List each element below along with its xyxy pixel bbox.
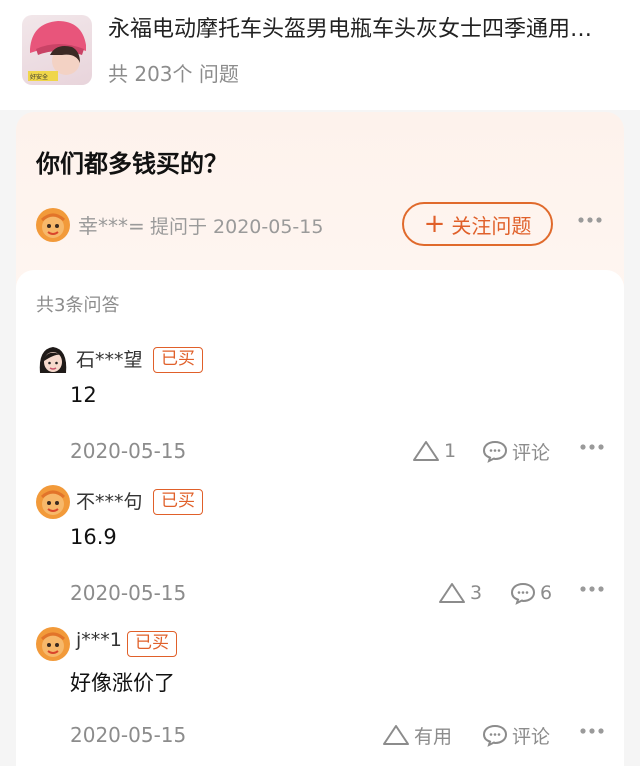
product-header[interactable]: 好安全 永福电动摩托车头盔男电瓶车头灰女士四季通用… 共 203个 问题 <box>0 0 640 110</box>
svg-text:好安全: 好安全 <box>30 73 48 81</box>
asker-avatar <box>36 208 70 246</box>
more-dots-icon <box>580 586 604 592</box>
answer-avatar <box>36 485 70 523</box>
answer-date: 2020-05-15 <box>70 581 187 605</box>
answer-username: j***1 <box>76 629 122 651</box>
orange-doll-avatar-icon <box>36 485 70 519</box>
question-count: 共 203个 问题 <box>108 62 239 86</box>
more-dots-icon <box>578 217 602 223</box>
more-dots-icon <box>580 728 604 734</box>
triangle-like-icon <box>439 583 465 603</box>
comment-label: 评论 <box>512 441 551 464</box>
answer-username: 石***望 <box>76 349 143 371</box>
answer-more-button[interactable] <box>578 727 606 755</box>
bought-badge: 已买 <box>153 489 203 515</box>
answer-item: j***1 已买 好像涨价了 2020-05-15 有用 评论 <box>16 627 624 766</box>
triangle-like-icon <box>413 441 439 461</box>
answer-content: 16.9 <box>70 525 117 549</box>
answer-date: 2020-05-15 <box>70 439 187 463</box>
follow-question-button[interactable]: + 关注问题 <box>402 202 553 246</box>
product-thumbnail[interactable]: 好安全 <box>22 15 92 85</box>
answer-username: 不***句 <box>76 491 143 513</box>
more-dots-icon <box>580 444 604 450</box>
useful-button[interactable]: 1 <box>412 436 456 466</box>
asker-name: 幸***= <box>78 214 145 238</box>
girl-avatar-icon <box>36 343 70 377</box>
bought-badge: 已买 <box>153 347 203 373</box>
answer-item: 石***望 已买 12 2020-05-15 1 评论 <box>16 343 624 483</box>
product-title[interactable]: 永福电动摩托车头盔男电瓶车头灰女士四季通用… <box>108 14 608 46</box>
comment-label: 评论 <box>512 725 551 748</box>
comment-count: 6 <box>540 582 553 604</box>
answer-more-button[interactable] <box>578 585 606 613</box>
plus-icon: + <box>423 209 446 239</box>
comment-button[interactable]: 6 <box>510 578 552 608</box>
answer-more-button[interactable] <box>578 443 606 471</box>
comment-button[interactable]: 评论 <box>482 720 550 750</box>
follow-question-label: 关注问题 <box>451 213 532 238</box>
question-more-button[interactable] <box>576 208 604 236</box>
orange-doll-avatar-icon <box>36 627 70 661</box>
answer-avatar <box>36 627 70 665</box>
answers-count: 共3条问答 <box>36 295 120 316</box>
comment-bubble-icon <box>482 440 508 463</box>
triangle-like-icon <box>383 725 409 745</box>
useful-count: 1 <box>444 440 457 462</box>
orange-doll-avatar-icon <box>36 208 70 242</box>
comment-bubble-icon <box>482 724 508 747</box>
answer-date: 2020-05-15 <box>70 723 187 747</box>
answer-content: 12 <box>70 383 97 407</box>
comment-button[interactable]: 评论 <box>482 436 550 466</box>
useful-button[interactable]: 3 <box>438 578 482 608</box>
comment-bubble-icon <box>510 582 536 605</box>
answer-item: 不***句 已买 16.9 2020-05-15 3 6 <box>16 485 624 625</box>
useful-button[interactable]: 有用 <box>382 720 452 750</box>
helmet-product-image: 好安全 <box>28 21 86 81</box>
asked-date: 提问于 2020-05-15 <box>150 216 324 238</box>
answer-avatar <box>36 343 70 381</box>
question-title: 你们都多钱买的？ <box>36 150 228 178</box>
useful-count: 3 <box>470 582 483 604</box>
useful-label: 有用 <box>414 725 453 748</box>
answer-content: 好像涨价了 <box>70 671 175 695</box>
bought-badge: 已买 <box>127 631 177 657</box>
answers-panel: 共3条问答 石***望 已买 12 2020-05-15 1 评论 不***句 … <box>16 270 624 766</box>
